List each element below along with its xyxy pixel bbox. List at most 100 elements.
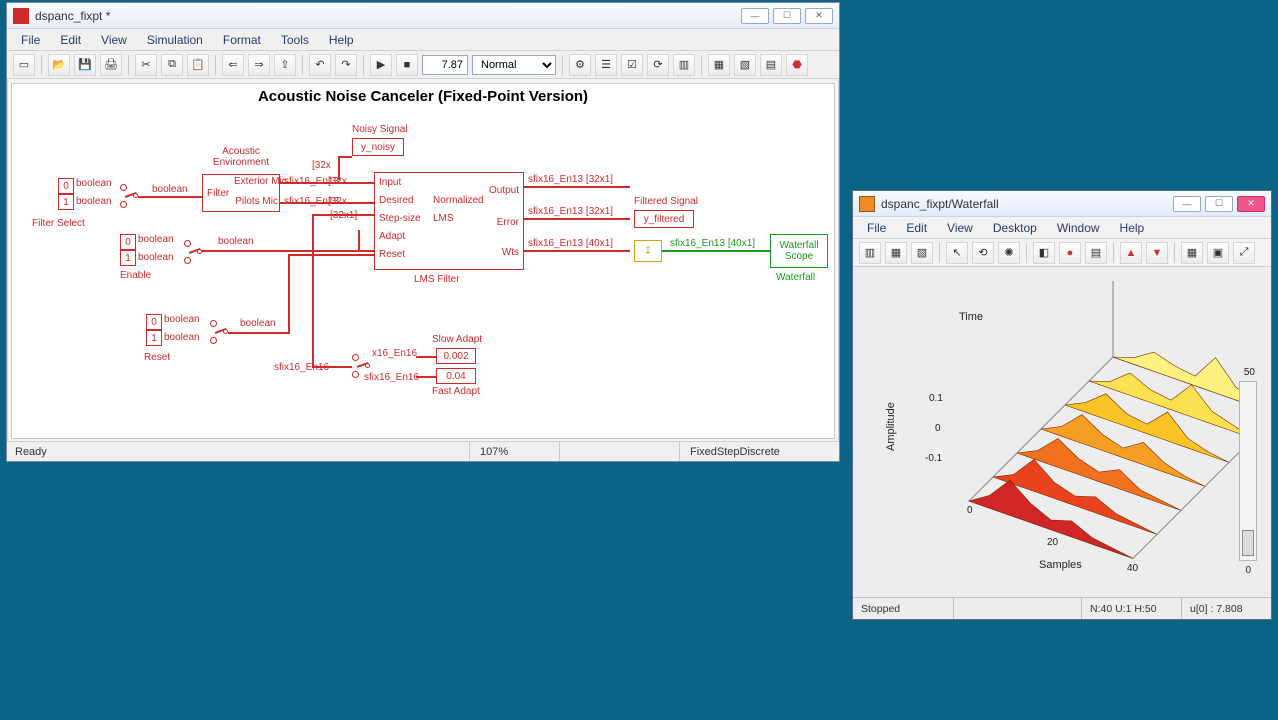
minimize-button[interactable]: —	[741, 8, 769, 24]
waterfall-axes[interactable]: Time Amplitude Samples 0.1 0 -0.1 0 20 4…	[859, 271, 1265, 595]
cut-button[interactable]: ✂	[135, 54, 157, 76]
model-explorer-button[interactable]: ☰	[595, 54, 617, 76]
signal-type-boolean: boolean	[152, 184, 188, 195]
run-button[interactable]: ▶	[370, 54, 392, 76]
history-slider[interactable]	[1239, 381, 1257, 561]
menu-edit[interactable]: Edit	[896, 219, 937, 237]
status-u0: u[0] : 7.808	[1181, 598, 1271, 619]
fig-tool-a[interactable]: ▥	[859, 242, 881, 264]
model-advisor-button[interactable]: ☑	[621, 54, 643, 76]
filter-select-switch[interactable]	[120, 182, 138, 210]
toggle-button-c[interactable]: ▤	[760, 54, 782, 76]
eraser-icon[interactable]: ◧	[1033, 242, 1055, 264]
status-ready: Ready	[7, 442, 469, 461]
new-model-button[interactable]: ▭	[13, 54, 35, 76]
matlab-icon	[859, 196, 875, 212]
pointer-icon[interactable]: ↖	[946, 242, 968, 264]
minimize-button[interactable]: —	[1173, 196, 1201, 212]
toggle-button-b[interactable]: ▧	[734, 54, 756, 76]
wire	[662, 250, 770, 252]
close-button[interactable]: ✕	[1237, 196, 1265, 212]
wire	[288, 254, 290, 334]
maximize-button[interactable]: ☐	[773, 8, 801, 24]
sim-mode-select[interactable]: Normal	[472, 55, 556, 75]
model-canvas[interactable]: Acoustic Noise Canceler (Fixed-Point Ver…	[11, 83, 835, 439]
waterfall-scope-block[interactable]: Waterfall Scope	[770, 234, 828, 268]
undo-button[interactable]: ↶	[309, 54, 331, 76]
menu-desktop[interactable]: Desktop	[983, 219, 1047, 237]
y-filtered-block[interactable]: y_filtered	[634, 210, 694, 228]
wire	[358, 230, 360, 252]
orbit-icon[interactable]: ✺	[998, 242, 1020, 264]
wire	[524, 218, 630, 220]
print-button[interactable]: 🖨	[100, 54, 122, 76]
menu-help[interactable]: Help	[1110, 219, 1155, 237]
menu-file[interactable]: File	[857, 219, 896, 237]
adapt-switch[interactable]	[352, 352, 370, 380]
menu-view[interactable]: View	[91, 31, 137, 49]
wire	[416, 376, 436, 378]
simulink-titlebar[interactable]: dspanc_fixpt * — ☐ ✕	[7, 3, 839, 29]
y-noisy-block[interactable]: y_noisy	[352, 138, 404, 156]
menu-tools[interactable]: Tools	[271, 31, 319, 49]
menu-help[interactable]: Help	[319, 31, 364, 49]
export-icon[interactable]: ▲	[1120, 242, 1142, 264]
filtered-signal-label: Filtered Signal	[634, 196, 698, 207]
reset-switch[interactable]	[210, 318, 228, 346]
waterfall-caption: Waterfall	[776, 272, 815, 283]
enable-constant[interactable]: 01	[120, 234, 136, 266]
maximize-button[interactable]: ☐	[1205, 196, 1233, 212]
lms-filter-block[interactable]: Input Desired Step-size Adapt Reset Norm…	[374, 172, 524, 270]
noisy-signal-label: Noisy Signal	[352, 124, 408, 135]
axes-icon[interactable]: ▣	[1207, 242, 1229, 264]
reset-constant[interactable]: 01	[146, 314, 162, 346]
simulink-window: dspanc_fixpt * — ☐ ✕ File Edit View Simu…	[6, 2, 840, 462]
debug-button[interactable]: ⬣	[786, 54, 808, 76]
wire	[312, 366, 352, 368]
record-icon[interactable]: ●	[1059, 242, 1081, 264]
slow-adapt-const[interactable]: 0.002	[436, 348, 476, 364]
status-zoom: 107%	[469, 442, 559, 461]
colormap-icon[interactable]: ▤	[1085, 242, 1107, 264]
fast-adapt-const[interactable]: 0.04	[436, 368, 476, 384]
signal-type: sfix16_En13 [40x1]	[670, 238, 755, 249]
menu-window[interactable]: Window	[1047, 219, 1110, 237]
slow-adapt-label: Slow Adapt	[432, 334, 482, 345]
stop-button[interactable]: ■	[396, 54, 418, 76]
fig-tool-c[interactable]: ▧	[911, 242, 933, 264]
menu-file[interactable]: File	[11, 31, 50, 49]
up-button[interactable]: ⇧	[274, 54, 296, 76]
filter-select-constant[interactable]: 01	[58, 178, 74, 210]
stop-time-field[interactable]	[422, 55, 468, 75]
open-button[interactable]: 📂	[48, 54, 70, 76]
menu-format[interactable]: Format	[213, 31, 271, 49]
back-button[interactable]: ⇐	[222, 54, 244, 76]
library-browser-button[interactable]: ▥	[673, 54, 695, 76]
signal-type-boolean: boolean	[164, 332, 200, 343]
build-button[interactable]: ⚙	[569, 54, 591, 76]
forward-button[interactable]: ⇒	[248, 54, 270, 76]
fit-icon[interactable]: ⤢	[1233, 242, 1255, 264]
menu-edit[interactable]: Edit	[50, 31, 91, 49]
fig-tool-b[interactable]: ▦	[885, 242, 907, 264]
menu-simulation[interactable]: Simulation	[137, 31, 213, 49]
waterfall-titlebar[interactable]: dspanc_fixpt/Waterfall — ☐ ✕	[853, 191, 1271, 217]
history-slider-thumb[interactable]	[1242, 530, 1254, 556]
port-pilots-mic: Pilots Mic	[234, 196, 278, 207]
signal-type-boolean: boolean	[218, 236, 254, 247]
redo-button[interactable]: ↷	[335, 54, 357, 76]
menu-view[interactable]: View	[937, 219, 983, 237]
rotate3d-icon[interactable]: ⟲	[972, 242, 994, 264]
grid-icon[interactable]: ▦	[1181, 242, 1203, 264]
close-button[interactable]: ✕	[805, 8, 833, 24]
import-icon[interactable]: ▼	[1146, 242, 1168, 264]
port-exterior-mic: Exterior Mic	[234, 176, 278, 187]
paste-button[interactable]: 📋	[187, 54, 209, 76]
toggle-button-a[interactable]: ▦	[708, 54, 730, 76]
copy-button[interactable]: ⧉	[161, 54, 183, 76]
slider-bottom-label: 0	[1245, 565, 1251, 576]
frame-convert-block[interactable]: ↧	[634, 240, 662, 262]
enable-switch[interactable]	[184, 238, 202, 266]
save-button[interactable]: 💾	[74, 54, 96, 76]
refresh-button[interactable]: ⟳	[647, 54, 669, 76]
